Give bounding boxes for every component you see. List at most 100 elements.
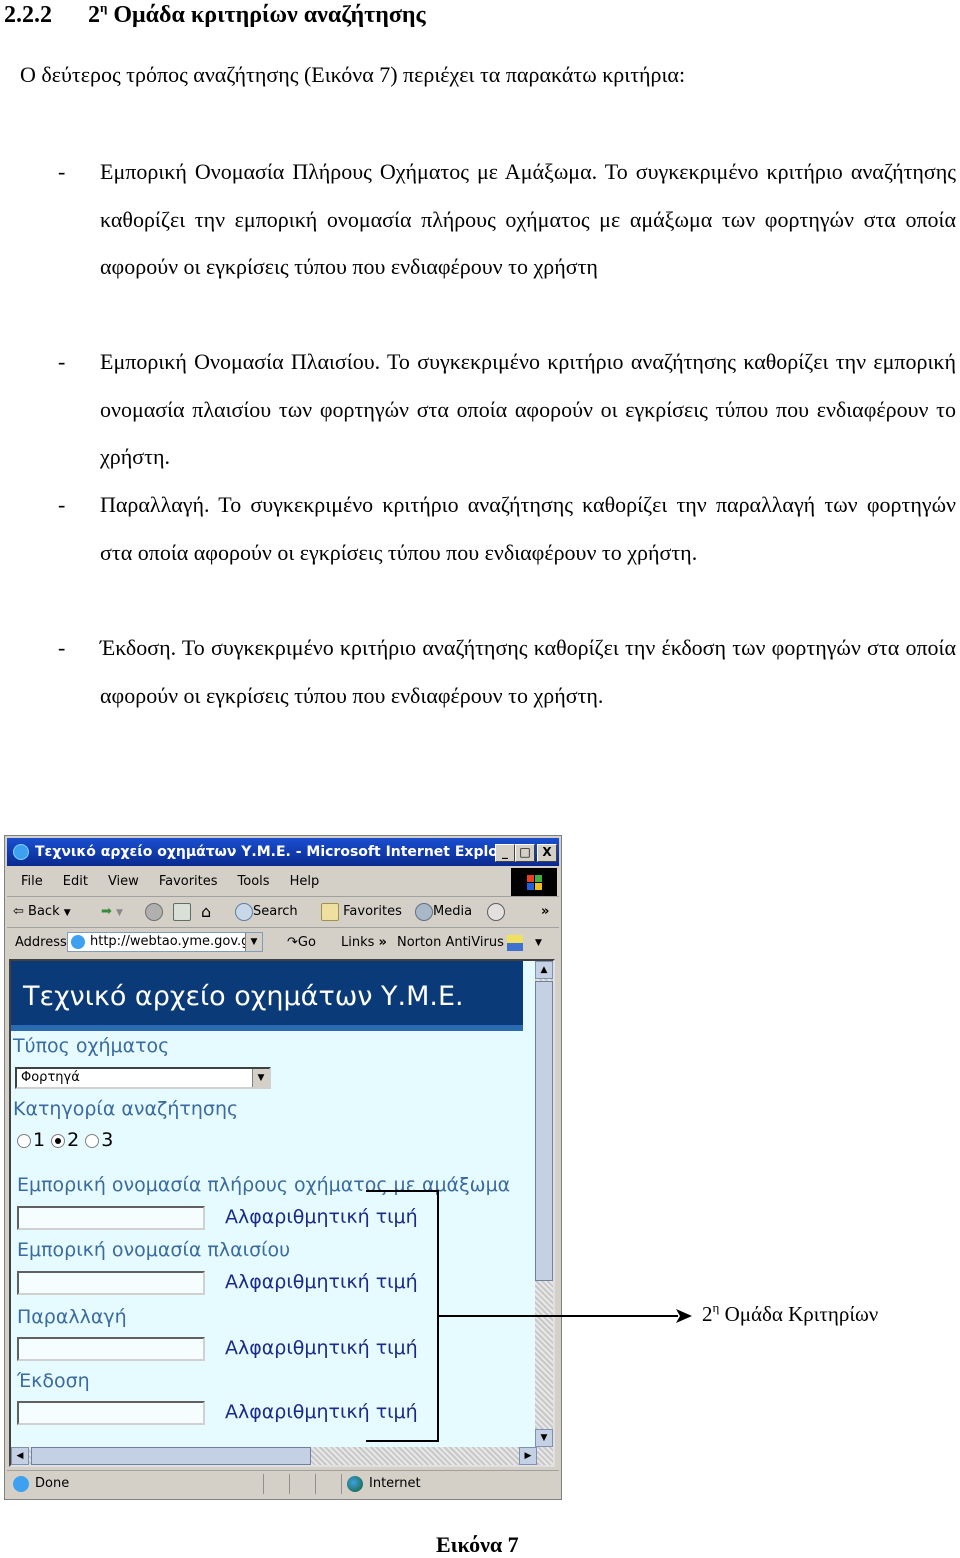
field-label-version: Έκδοση xyxy=(17,1370,90,1392)
vehicle-type-select[interactable]: Φορτηγά ▼ xyxy=(15,1067,271,1089)
ie-page-icon xyxy=(71,935,85,949)
full-vehicle-name-input[interactable] xyxy=(17,1206,205,1230)
back-button[interactable]: ⇦ Back ▼ xyxy=(13,897,71,928)
standard-toolbar: ⇦ Back ▼ ➡ ▼ ⌂ Search Favorites Media » xyxy=(7,897,559,928)
scroll-down-button[interactable]: ▼ xyxy=(535,1429,553,1447)
home-button[interactable]: ⌂ xyxy=(201,897,211,927)
chevron-down-icon[interactable]: ▼ xyxy=(535,928,542,958)
chevron-down-icon: ▼ xyxy=(252,1069,269,1087)
history-icon xyxy=(487,902,505,921)
horizontal-scroll-thumb[interactable] xyxy=(31,1447,311,1465)
criterion-item: - Παραλλαγή. Το συγκεκριμένο κριτήριο αν… xyxy=(58,481,956,576)
window-title: Τεχνικό αρχείο οχημάτων Υ.Μ.Ε. - Microso… xyxy=(35,844,522,860)
section-heading: 2.2.2 2η Ομάδα κριτηρίων αναζήτησης xyxy=(4,0,426,29)
menu-file[interactable]: File xyxy=(21,874,43,889)
field-hint: Αλφαριθμητική τιμή xyxy=(225,1337,418,1359)
favorites-icon xyxy=(321,902,339,921)
bullet-dash: - xyxy=(58,159,66,184)
globe-icon xyxy=(347,1476,363,1492)
history-button[interactable] xyxy=(487,897,505,927)
norton-antivirus-button[interactable]: Norton AntiVirus xyxy=(397,928,504,958)
field-hint: Αλφαριθμητική τιμή xyxy=(225,1271,418,1293)
category-radio-3[interactable] xyxy=(85,1133,100,1148)
home-icon: ⌂ xyxy=(201,902,212,921)
bullet-dash: - xyxy=(58,635,66,660)
refresh-icon xyxy=(173,902,191,921)
menu-tools[interactable]: Tools xyxy=(238,874,270,889)
chevron-down-icon: ▼ xyxy=(116,908,123,918)
close-button[interactable]: X xyxy=(537,844,557,862)
address-bar: Address http://webtao.yme.gov.g ▼ ↷Go Li… xyxy=(7,928,559,958)
maximize-button[interactable]: □ xyxy=(515,844,535,862)
field-hint: Αλφαριθμητική τιμή xyxy=(225,1401,418,1423)
media-button[interactable]: Media xyxy=(415,897,472,927)
go-button[interactable]: ↷Go xyxy=(287,928,316,958)
section-title: Ομάδα κριτηρίων αναζήτησης xyxy=(113,2,426,28)
minimize-button[interactable]: _ xyxy=(495,844,515,862)
criterion-text: Έκδοση. Το συγκεκριμένο κριτήριο αναζήτη… xyxy=(100,635,956,708)
criterion-item: - Εμπορική Ονομασία Πλαισίου. Το συγκεκρ… xyxy=(58,338,956,481)
menu-edit[interactable]: Edit xyxy=(63,874,88,889)
section-ordinal-sup: η xyxy=(100,0,108,15)
chassis-name-input[interactable] xyxy=(17,1271,205,1295)
refresh-button[interactable] xyxy=(173,897,191,927)
vertical-scroll-thumb[interactable] xyxy=(535,981,553,1281)
bullet-dash: - xyxy=(58,492,66,517)
category-label: Κατηγορία αναζήτησης xyxy=(13,1098,239,1120)
address-label: Address xyxy=(15,935,67,950)
field-label-chassis-name: Εμπορική ονομασία πλαισίου xyxy=(17,1239,291,1261)
stop-button[interactable] xyxy=(145,897,163,927)
address-dropdown-icon[interactable]: ▼ xyxy=(245,933,262,951)
menu-bar: File Edit View Favorites Tools Help xyxy=(7,868,559,897)
ie-page-icon xyxy=(13,1476,29,1492)
search-icon xyxy=(235,902,253,921)
category-radio-group: 1 2 3 xyxy=(17,1129,113,1151)
criterion-text: Παραλλαγή. Το συγκεκριμένο κριτήριο αναζ… xyxy=(100,492,956,565)
field-label-full-vehicle-name: Εμπορική ονομασία πλήρους οχήματος με αμ… xyxy=(17,1174,511,1196)
vehicle-type-value: Φορτηγά xyxy=(21,1070,80,1085)
links-button[interactable]: Links » xyxy=(341,928,387,958)
chevron-down-icon: ▼ xyxy=(63,908,71,918)
category-radio-1[interactable] xyxy=(17,1133,31,1148)
criterion-item: - Εμπορική Ονομασία Πλήρους Οχήματος με … xyxy=(58,148,956,291)
menu-view[interactable]: View xyxy=(108,874,139,889)
media-icon xyxy=(415,902,433,921)
criterion-item: - Έκδοση. Το συγκεκριμένο κριτήριο αναζή… xyxy=(58,624,956,719)
criterion-text: Εμπορική Ονομασία Πλήρους Οχήματος με Αμ… xyxy=(100,159,956,279)
links-more-icon: » xyxy=(378,935,387,950)
vehicle-type-label: Τύπος οχήματος xyxy=(13,1035,170,1057)
field-hint: Αλφαριθμητική τιμή xyxy=(225,1206,418,1228)
scroll-up-button[interactable]: ▲ xyxy=(535,961,553,979)
norton-icon xyxy=(507,935,523,951)
forward-button[interactable]: ➡ ▼ xyxy=(101,897,123,928)
group-callout-label: 2η Ομάδα Κριτηρίων xyxy=(702,1300,879,1326)
vertical-scrollbar[interactable]: ▲ ▼ xyxy=(535,961,553,1465)
section-number: 2.2.2 xyxy=(4,2,52,28)
scroll-right-button[interactable]: ▶ xyxy=(519,1447,537,1465)
toolbar-more-button[interactable]: » xyxy=(541,897,549,927)
address-input[interactable]: http://webtao.yme.gov.g ▼ xyxy=(67,932,263,952)
windows-logo-icon xyxy=(511,868,557,896)
status-text: Done xyxy=(35,1476,70,1491)
version-input[interactable] xyxy=(17,1401,205,1425)
category-radio-2[interactable] xyxy=(51,1133,66,1148)
bullet-dash: - xyxy=(58,349,66,374)
menu-favorites[interactable]: Favorites xyxy=(159,874,218,889)
section-ordinal: 2 xyxy=(88,2,100,28)
intro-paragraph: Ο δεύτερος τρόπος αναζήτησης (Εικόνα 7) … xyxy=(20,62,686,87)
favorites-button[interactable]: Favorites xyxy=(321,897,402,927)
go-arrow-icon: ↷ xyxy=(287,935,298,950)
title-bar: Τεχνικό αρχείο οχημάτων Υ.Μ.Ε. - Microso… xyxy=(7,838,559,866)
page-viewport: Τεχνικό αρχείο οχημάτων Υ.Μ.Ε. Τύπος οχή… xyxy=(9,959,555,1467)
figure-caption: Εικόνα 7 xyxy=(436,1532,519,1557)
variant-input[interactable] xyxy=(17,1337,205,1361)
ie-logo-icon xyxy=(13,844,29,860)
site-banner: Τεχνικό αρχείο οχημάτων Υ.Μ.Ε. xyxy=(11,961,523,1031)
arrow-head-icon xyxy=(676,1309,692,1323)
status-bar: Done Internet xyxy=(7,1470,559,1497)
search-button[interactable]: Search xyxy=(235,897,298,927)
menu-help[interactable]: Help xyxy=(290,874,320,889)
horizontal-scrollbar[interactable]: ◀ ▶ xyxy=(11,1447,537,1465)
security-zone: Internet xyxy=(369,1476,421,1491)
scroll-left-button[interactable]: ◀ xyxy=(11,1447,29,1465)
